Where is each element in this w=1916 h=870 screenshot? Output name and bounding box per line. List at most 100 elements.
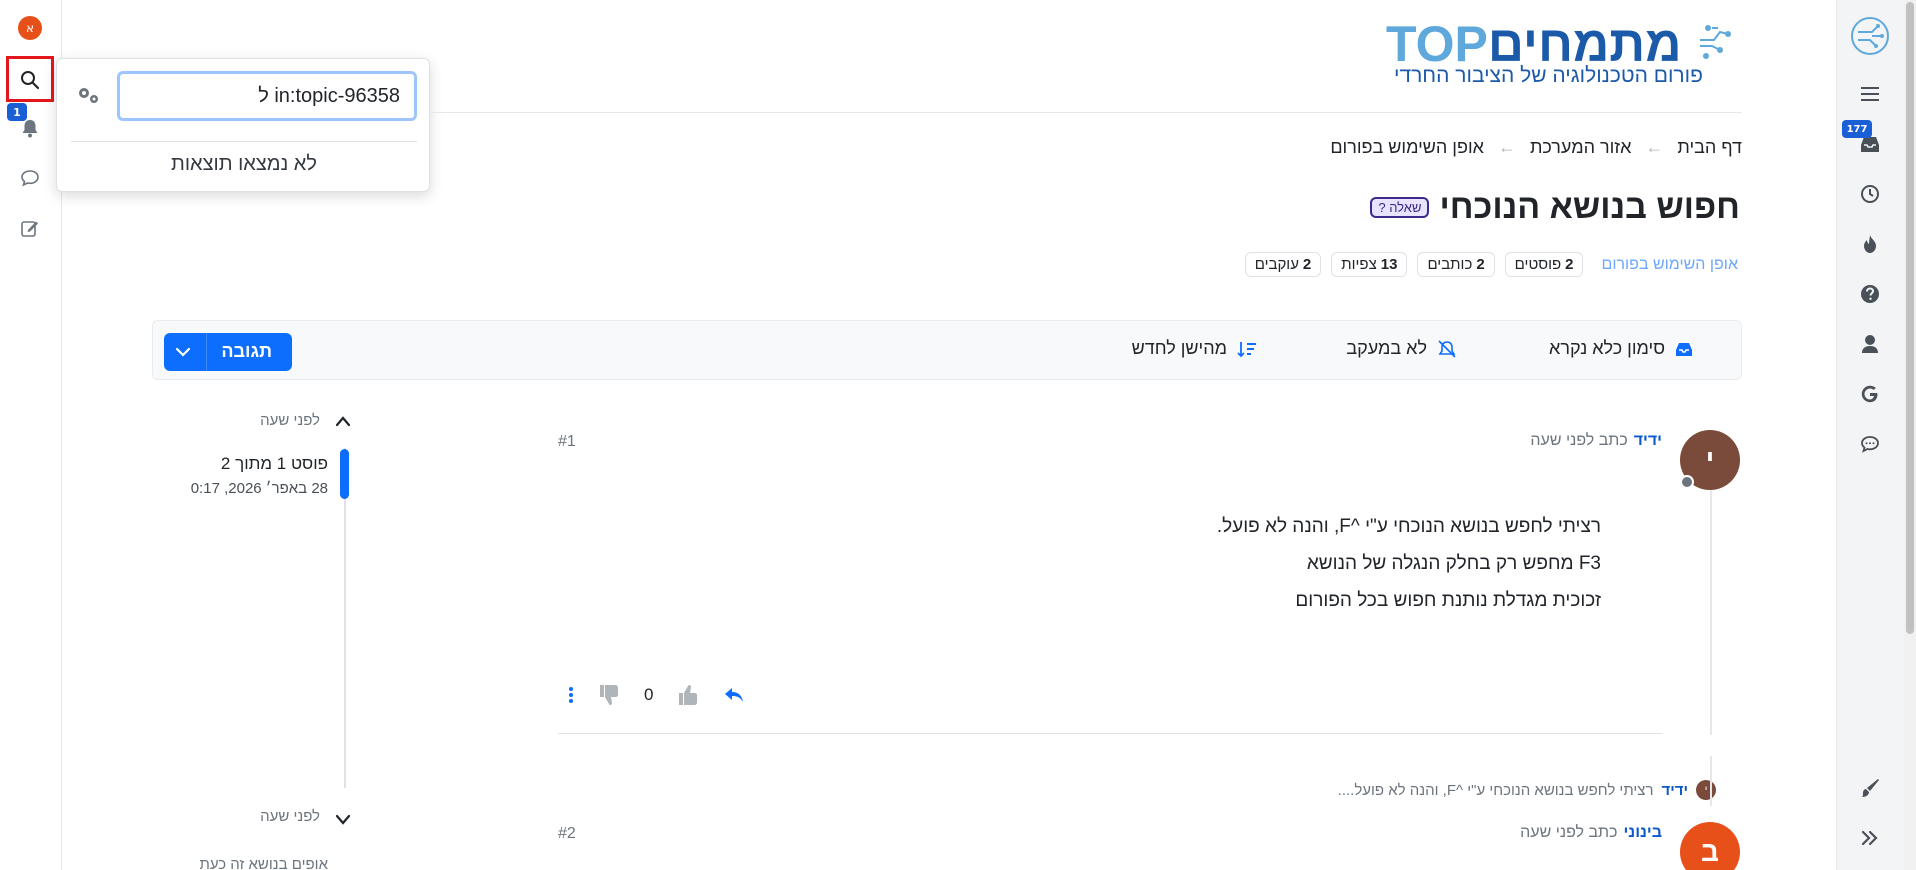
search-button[interactable] <box>12 62 48 98</box>
post-index[interactable]: #1 <box>558 433 576 451</box>
search-popup: לא נמצאו תוצאות <box>56 58 430 192</box>
chat-button[interactable] <box>1852 426 1888 462</box>
category-link[interactable]: אופן השימוש בפורום <box>1601 256 1738 274</box>
sort-button[interactable]: מהישן לחדש <box>1132 338 1257 359</box>
breadcrumb: דף הבית ← אזור המערכת ← אופן השימוש בפור… <box>1330 137 1742 158</box>
circuit-icon <box>1698 20 1738 64</box>
reply-label: תגובה <box>221 341 272 361</box>
reply-preview-avatar: י <box>1696 780 1716 800</box>
question-tag[interactable]: שאלה ? <box>1370 197 1430 218</box>
user-icon <box>1862 335 1878 353</box>
timeline-top-time: לפני שעה <box>260 412 320 429</box>
breadcrumb-system-area[interactable]: אזור המערכת <box>1530 137 1631 158</box>
post-line: F3 מחפש רק בחלק הנגלה של הנושא <box>1306 553 1601 574</box>
topic-title: חפוש בנושא הנוכחי <box>1439 188 1740 226</box>
reply-preview-author[interactable]: ידיד <box>1661 782 1688 799</box>
fire-icon <box>1864 235 1876 253</box>
online-status-dot <box>1680 475 1694 489</box>
clock-icon <box>1861 185 1879 203</box>
stat-views: 13צפיות <box>1331 252 1408 277</box>
post-author[interactable]: בינוני <box>1623 824 1662 841</box>
help-button[interactable] <box>1852 276 1888 312</box>
post-divider <box>558 733 1662 734</box>
comment-icon <box>1861 436 1879 453</box>
timeline-next-text: אופים בנושא זה כעת <box>199 856 328 870</box>
chat-icon <box>21 170 39 187</box>
site-logo[interactable]: TOPמתמחים פורום הטכנולוגיה של הציבור החר… <box>1386 18 1736 88</box>
search-icon <box>21 71 40 90</box>
timeline-track <box>344 448 346 788</box>
skin-button[interactable] <box>1852 770 1888 806</box>
timeline-position: פוסט 1 מתוך 2 <box>220 454 328 473</box>
breadcrumb-separator: ← <box>1645 137 1664 157</box>
notification-badge: 1 <box>7 103 27 121</box>
timeline-date: 28 באפר׳ 2026, 0:17 <box>190 480 328 497</box>
post-content: רציתי לחפש בנושא הנוכחי ע"י ^F, והנה לא … <box>1217 508 1601 619</box>
search-divider <box>71 141 417 142</box>
google-button[interactable] <box>1852 376 1888 412</box>
inbox-badge: 177 <box>1842 120 1872 138</box>
mark-unread-button[interactable]: סימון כלא נקרא <box>1549 338 1693 359</box>
watch-button[interactable]: לא במעקב <box>1346 338 1457 359</box>
upvote-button[interactable] <box>675 682 701 708</box>
popular-button[interactable] <box>1852 226 1888 262</box>
menu-button[interactable] <box>1852 76 1888 112</box>
compose-icon <box>21 221 38 237</box>
post-line: זכוכית מגדלת נותנת חפוש בכל הפורום <box>1295 590 1601 611</box>
chats-button[interactable] <box>12 160 48 196</box>
search-options-button[interactable] <box>75 85 101 105</box>
reply-preview-text: רציתי לחפש בנושא הנוכחי ע"י ^F, והנה לא … <box>1337 781 1654 799</box>
reply-button-split <box>206 333 207 371</box>
topic-stats: אופן השימוש בפורום 2פוסטים 2כותבים 13צפי… <box>1244 252 1738 277</box>
timeline-bottom-time: לפני שעה <box>260 808 320 825</box>
stat-posts: 2פוסטים <box>1504 252 1584 277</box>
logo-tagline: פורום הטכנולוגיה של הציבור החרדי <box>1394 64 1703 87</box>
logo-icon <box>1851 17 1889 55</box>
sort-icon <box>1237 341 1256 357</box>
post-author[interactable]: ידיד <box>1634 432 1662 449</box>
breadcrumb-forum-usage[interactable]: אופן השימוש בפורום <box>1330 137 1484 158</box>
topic-timeline: לפני שעה פוסט 1 מתוך 2 28 באפר׳ 2026, 0:… <box>160 400 360 870</box>
timeline-down-button[interactable] <box>334 812 352 826</box>
thumbs-down-icon <box>600 685 618 706</box>
post-author-avatar[interactable]: ב <box>1680 822 1740 870</box>
reply-button[interactable]: תגובה <box>164 333 292 371</box>
chevron-down-icon[interactable] <box>174 343 192 361</box>
brush-icon <box>1862 779 1879 797</box>
bell-slash-icon <box>1438 339 1456 358</box>
timeline-up-button[interactable] <box>334 414 352 428</box>
gears-icon <box>79 88 98 103</box>
users-button[interactable] <box>1852 326 1888 362</box>
chevrons-right-icon <box>1861 830 1878 846</box>
inbox-icon <box>1676 342 1692 356</box>
scrollbar-thumb[interactable] <box>1906 2 1914 634</box>
reply-icon <box>725 688 744 702</box>
post-index[interactable]: #2 <box>558 825 576 843</box>
vote-count: 0 <box>644 685 654 704</box>
post-time[interactable]: כתב לפני שעה <box>1520 824 1617 841</box>
mark-unread-label: סימון כלא נקרא <box>1549 338 1665 358</box>
sort-label: מהישן לחדש <box>1131 338 1227 358</box>
search-input[interactable] <box>117 71 417 121</box>
thumbs-up-icon <box>679 684 698 705</box>
timeline-handle[interactable] <box>340 449 349 499</box>
new-topic-button[interactable] <box>12 210 48 246</box>
brand-logo-button[interactable] <box>1848 14 1892 58</box>
breadcrumb-separator: ← <box>1497 137 1516 157</box>
post-meta: ידיד כתב לפני שעה <box>1530 432 1662 450</box>
quick-reply-button[interactable] <box>723 685 745 705</box>
post-line: רציתי לחפש בנושא הנוכחי ע"י ^F, והנה לא … <box>1216 516 1601 537</box>
downvote-button[interactable] <box>596 682 622 708</box>
topic-title-row: חפוש בנושא הנוכחי שאלה ? <box>1370 188 1740 227</box>
breadcrumb-home[interactable]: דף הבית <box>1677 137 1742 158</box>
collapse-sidebar-button[interactable] <box>1852 820 1888 856</box>
logo-wordmark: TOPמתמחים <box>1386 18 1682 70</box>
user-avatar[interactable]: א <box>18 16 42 40</box>
chevron-up-icon <box>335 416 351 427</box>
reply-preview[interactable]: י ידיד רציתי לחפש בנושא הנוכחי ע"י ^F, ו… <box>1338 780 1716 800</box>
recent-button[interactable] <box>1852 176 1888 212</box>
post-menu-button[interactable] <box>568 686 574 704</box>
post-thread-line <box>1710 490 1712 735</box>
post-time[interactable]: כתב לפני שעה <box>1530 432 1627 449</box>
bell-icon <box>22 120 38 138</box>
